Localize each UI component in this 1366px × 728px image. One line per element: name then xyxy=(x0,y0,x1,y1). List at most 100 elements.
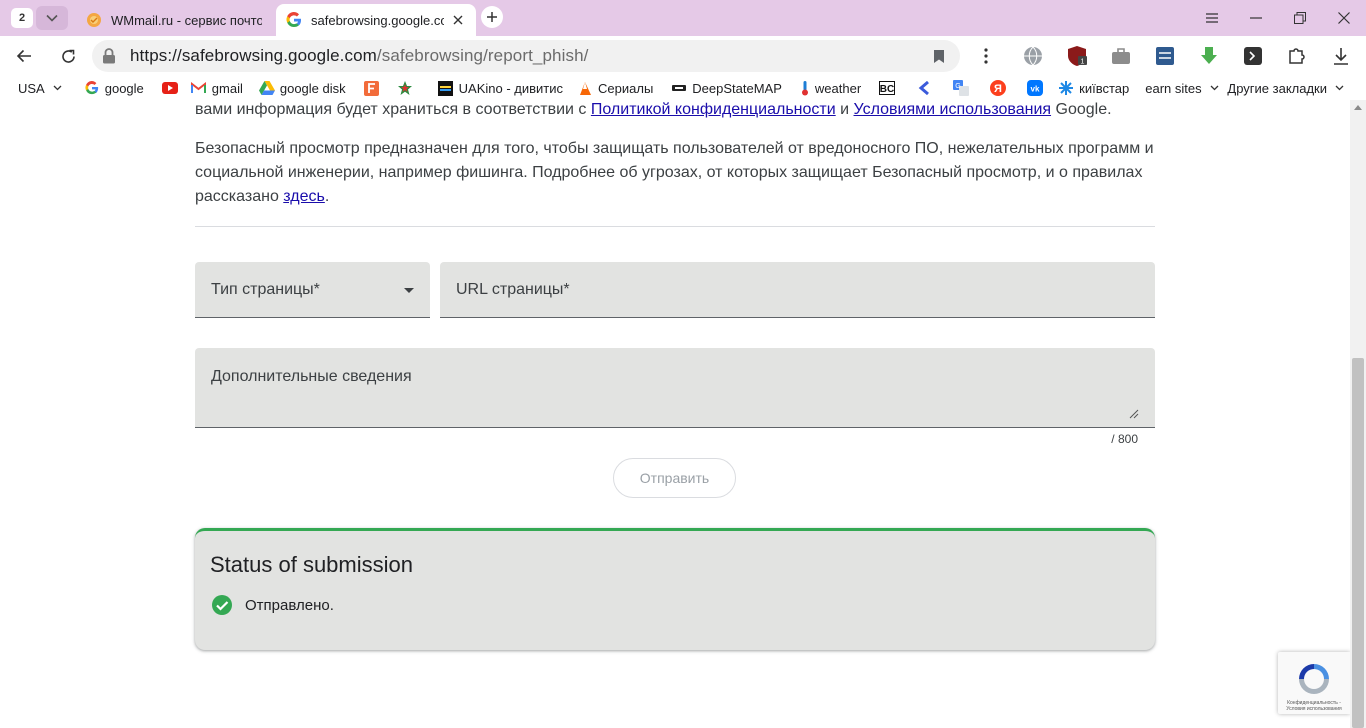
more-options-button[interactable] xyxy=(972,42,1000,70)
dark-extension[interactable] xyxy=(1238,41,1268,71)
details-textarea[interactable]: Дополнительные сведения xyxy=(195,348,1155,428)
recaptcha-links[interactable]: Конфиденциальность - Условия использован… xyxy=(1280,700,1348,712)
bookmark-google-disk[interactable]: google disk xyxy=(255,76,350,100)
bookmark-chevron[interactable] xyxy=(912,76,941,100)
recaptcha-badge[interactable]: Конфиденциальность - Условия использован… xyxy=(1278,652,1350,714)
extensions-area: 1 xyxy=(1018,40,1366,72)
privacy-policy-link[interactable]: Политикой конфиденциальности xyxy=(591,101,836,118)
lock-icon[interactable] xyxy=(94,41,124,71)
thermometer-icon xyxy=(800,80,810,96)
f-icon xyxy=(364,80,380,96)
svg-text:1: 1 xyxy=(1081,59,1085,66)
close-icon[interactable] xyxy=(450,12,466,28)
page-url-input[interactable]: URL страницы* xyxy=(440,262,1155,318)
download-arrow-icon xyxy=(1201,47,1217,64)
bookmark-f[interactable] xyxy=(360,76,389,100)
star-icon xyxy=(397,80,413,96)
tab-list-button[interactable] xyxy=(36,6,68,30)
tab-counter[interactable]: 2 xyxy=(11,8,33,28)
new-tab-button[interactable] xyxy=(481,6,503,28)
page-scrollbar[interactable] xyxy=(1350,100,1366,728)
bc-icon: BC xyxy=(879,80,896,96)
reload-icon xyxy=(61,49,75,63)
scroll-up-arrow-icon[interactable] xyxy=(1354,105,1362,110)
url-text[interactable]: https://safebrowsing.google.com/safebrow… xyxy=(130,46,588,66)
learn-more-link[interactable]: здесь xyxy=(283,188,325,205)
bookmark-label: київстар xyxy=(1079,80,1130,96)
uakino-icon xyxy=(438,80,454,96)
tab-wmmail[interactable]: WMmail.ru - сервис почтовых рассылок xyxy=(76,4,272,36)
bookmark-weather[interactable]: weather xyxy=(796,76,865,100)
submit-button[interactable]: Отправить xyxy=(613,458,736,498)
download-extension[interactable] xyxy=(1194,41,1224,71)
bookmark-deepstatemap[interactable]: DeepStateMAP xyxy=(667,76,786,100)
bookmark-usa[interactable]: USA xyxy=(14,76,66,100)
bookmark-label: google disk xyxy=(279,80,346,96)
resize-handle-icon[interactable] xyxy=(1129,409,1139,419)
map-icon xyxy=(671,80,687,96)
svg-text:G: G xyxy=(955,83,960,90)
restore-button[interactable] xyxy=(1278,0,1322,36)
puzzle-extension[interactable] xyxy=(1282,41,1312,71)
divider xyxy=(195,226,1155,227)
vk-icon: vk xyxy=(1027,80,1044,96)
para-text: Google. xyxy=(1051,101,1112,118)
bookmark-icon[interactable] xyxy=(930,47,948,65)
recaptcha-icon xyxy=(1299,664,1329,694)
downloads-button[interactable] xyxy=(1326,41,1356,71)
para-text: . xyxy=(324,188,330,205)
bookmark-google[interactable]: google xyxy=(80,76,148,100)
tab-strip: 2 WMmail.ru - сервис почтовых рассылок s… xyxy=(0,0,1366,36)
ublock-extension[interactable]: 1 xyxy=(1062,41,1092,71)
submission-status-card: Status of submission Отправлено. xyxy=(195,528,1155,650)
bookmark-label: DeepStateMAP xyxy=(692,80,782,96)
svg-text:vk: vk xyxy=(1031,85,1040,94)
bookmark-vk[interactable]: vk xyxy=(1023,76,1052,100)
minimize-button[interactable] xyxy=(1234,0,1278,36)
bookmark-label: UAKino - дивитис xyxy=(458,80,564,96)
svg-text:Я: Я xyxy=(994,83,1002,95)
arrow-left-icon xyxy=(16,49,31,63)
svg-text:BC: BC xyxy=(880,84,894,95)
bookmark-label: earn sites xyxy=(1145,80,1202,96)
archive-icon xyxy=(1156,47,1174,65)
status-message: Отправлено. xyxy=(245,596,334,614)
browser-menu-button[interactable] xyxy=(1190,0,1234,36)
page-type-label: Тип страницы* xyxy=(211,281,320,298)
page-type-select[interactable]: Тип страницы* xyxy=(195,262,430,318)
char-counter: / 800 xyxy=(1111,432,1138,446)
bookmark-gmail[interactable]: gmail xyxy=(187,76,247,100)
url-path: /safebrowsing/report_phish/ xyxy=(376,46,589,65)
bookmark-serialy[interactable]: Сериалы xyxy=(573,76,657,100)
bookmark-other-folder[interactable]: Другие закладки xyxy=(1227,76,1344,100)
kebab-menu-icon xyxy=(984,48,988,64)
briefcase-extension[interactable] xyxy=(1106,41,1136,71)
close-icon xyxy=(1338,12,1350,24)
close-window-button[interactable] xyxy=(1322,0,1366,36)
info-paragraph: Безопасный просмотр предназначен для тог… xyxy=(195,137,1155,209)
window-controls xyxy=(1190,0,1366,36)
fox-icon xyxy=(577,80,593,96)
para-text: вами информация будет храниться в соотве… xyxy=(195,101,591,118)
terms-link[interactable]: Условиями использования xyxy=(854,101,1052,118)
para-text: Безопасный просмотр предназначен для тог… xyxy=(195,140,1154,205)
reload-button[interactable] xyxy=(54,42,82,70)
archive-extension[interactable] xyxy=(1150,41,1180,71)
bookmark-folder-earn-sites[interactable]: earn sites xyxy=(1141,76,1222,100)
privacy-paragraph: вами информация будет храниться в соотве… xyxy=(195,100,1155,122)
bookmark-kyivstar[interactable]: київстар xyxy=(1054,76,1133,100)
youtube-icon xyxy=(161,80,178,96)
scroll-thumb[interactable] xyxy=(1352,358,1364,728)
bookmark-yandex[interactable]: Я xyxy=(986,76,1015,100)
back-button[interactable] xyxy=(10,42,38,70)
tab-safebrowsing[interactable]: safebrowsing.google.com xyxy=(276,4,476,36)
vpn-globe-extension[interactable] xyxy=(1018,41,1048,71)
bookmark-youtube[interactable] xyxy=(158,76,187,100)
address-bar[interactable]: https://safebrowsing.google.com/safebrow… xyxy=(92,40,960,72)
bookmark-translate[interactable]: G xyxy=(949,76,978,100)
bookmark-star[interactable] xyxy=(393,76,422,100)
tab-title: safebrowsing.google.com xyxy=(311,12,444,28)
bookmark-uakino[interactable]: UAKino - дивитис xyxy=(434,76,567,100)
terminal-icon xyxy=(1244,47,1262,65)
bookmark-bc[interactable]: BC xyxy=(875,76,904,100)
